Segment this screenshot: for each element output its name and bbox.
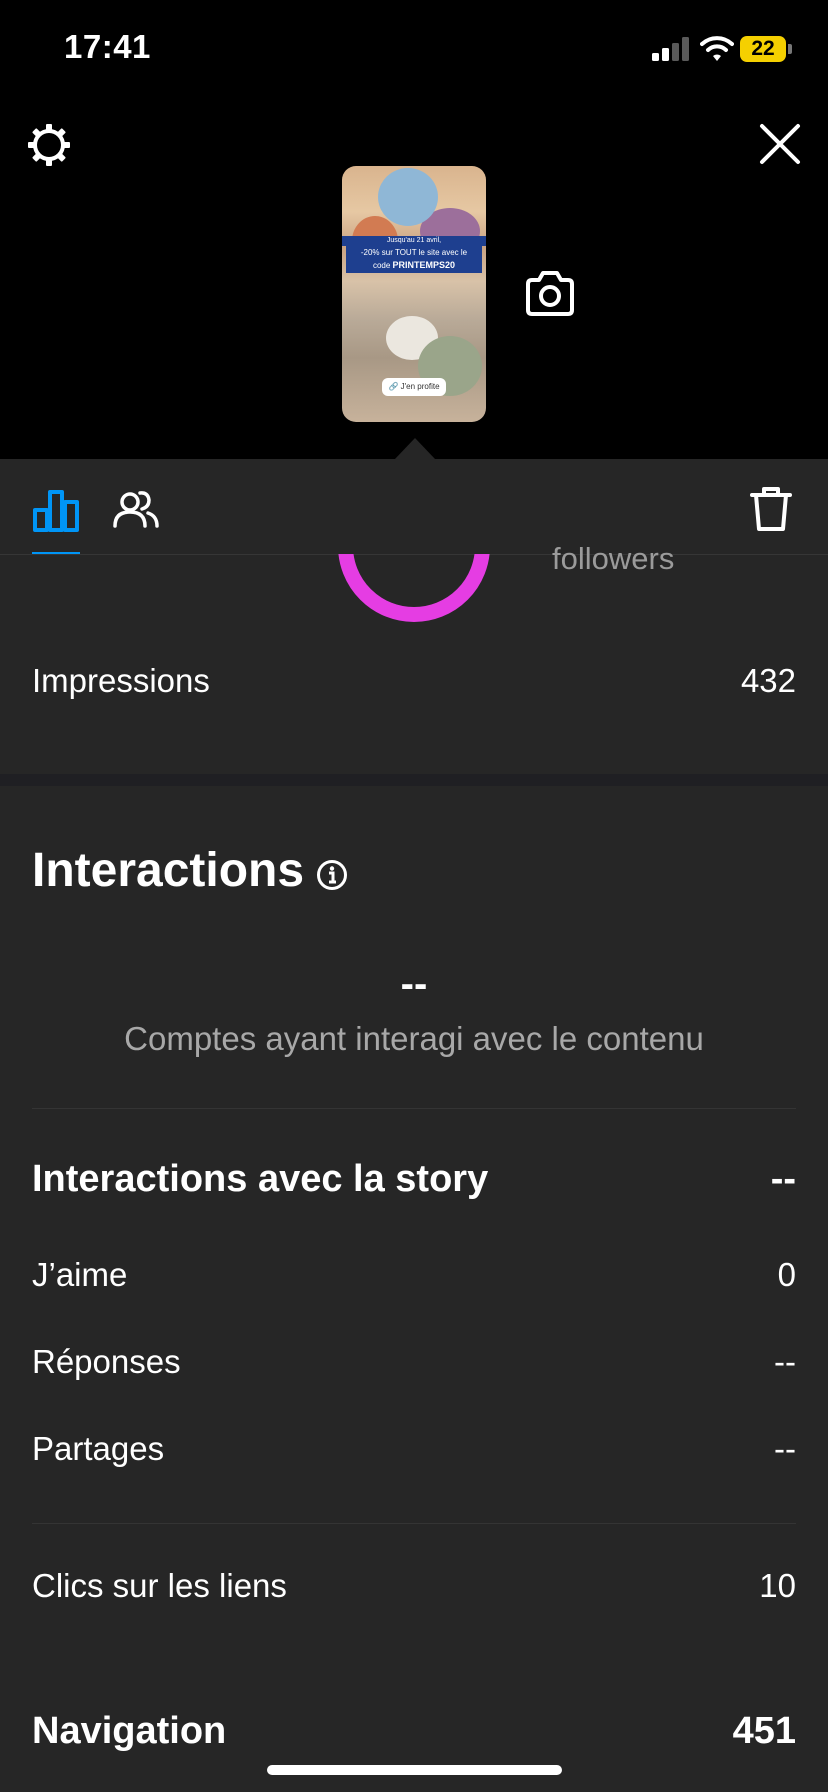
link-clicks-value: 10 [759, 1567, 796, 1604]
replies-row: Réponses -- [32, 1343, 796, 1381]
navigation-value: 451 [732, 1710, 796, 1752]
battery-indicator: 22 [740, 36, 792, 62]
divider [32, 1523, 796, 1524]
likes-value: 0 [777, 1256, 796, 1293]
promo-line1: -20% sur TOUT le site avec le [360, 248, 468, 257]
story-interactions-value: -- [770, 1158, 796, 1200]
accounts-interacted-value: -- [400, 962, 428, 1006]
divider [32, 1108, 796, 1109]
accounts-interacted-label: Comptes ayant interagi avec le contenu [124, 1020, 704, 1057]
camera-icon[interactable] [524, 270, 576, 318]
home-indicator[interactable] [267, 1765, 562, 1775]
navigation-row: Navigation 451 [32, 1710, 796, 1753]
story-interactions-label: Interactions avec la story [32, 1158, 489, 1200]
status-time: 17:41 [64, 28, 151, 65]
replies-label: Réponses [32, 1343, 181, 1380]
active-tab-underline [32, 552, 80, 554]
shares-label: Partages [32, 1430, 165, 1467]
interactions-heading: Interactions [32, 844, 305, 897]
story-interactions-row: Interactions avec la story -- [32, 1158, 796, 1201]
trash-icon[interactable] [750, 486, 792, 532]
promo-line2-prefix: code [372, 261, 393, 270]
navigation-label: Navigation [32, 1710, 227, 1752]
link-clicks-label: Clics sur les liens [32, 1567, 287, 1604]
link-sticker: 🔗 J'en profite [382, 378, 446, 396]
link-clicks-row: Clics sur les liens 10 [32, 1567, 796, 1605]
battery-level: 22 [751, 37, 775, 60]
thumbnail-pointer [395, 438, 435, 459]
story-preview-header: 17:41 22 Jusqu'au 21 avril, -20% sur TOU… [0, 0, 828, 459]
bar-chart-icon[interactable] [32, 488, 80, 532]
story-thumbnail[interactable]: Jusqu'au 21 avril, -20% sur TOUT le site… [342, 166, 486, 422]
wifi-icon [700, 36, 734, 61]
impressions-row: Impressions 432 [32, 662, 796, 700]
link-sticker-label: J'en profite [400, 382, 440, 391]
close-icon[interactable] [758, 122, 802, 166]
info-icon[interactable] [316, 859, 348, 891]
likes-row: J’aime 0 [32, 1256, 796, 1294]
likes-label: J’aime [32, 1256, 128, 1293]
replies-value: -- [774, 1343, 796, 1380]
section-separator [0, 774, 828, 786]
impressions-value: 432 [740, 662, 796, 699]
impressions-label: Impressions [32, 662, 210, 699]
promo-code: PRINTEMPS20 [392, 260, 456, 270]
followers-label: followers [552, 541, 675, 576]
people-icon[interactable] [112, 488, 160, 530]
shares-value: -- [774, 1430, 796, 1467]
promo-banner-date: Jusqu'au 21 avril, [342, 236, 486, 246]
gear-icon[interactable] [26, 122, 72, 168]
shares-row: Partages -- [32, 1430, 796, 1468]
cellular-signal-icon [652, 37, 689, 61]
promo-banner: -20% sur TOUT le site avec le code PRINT… [346, 246, 482, 273]
